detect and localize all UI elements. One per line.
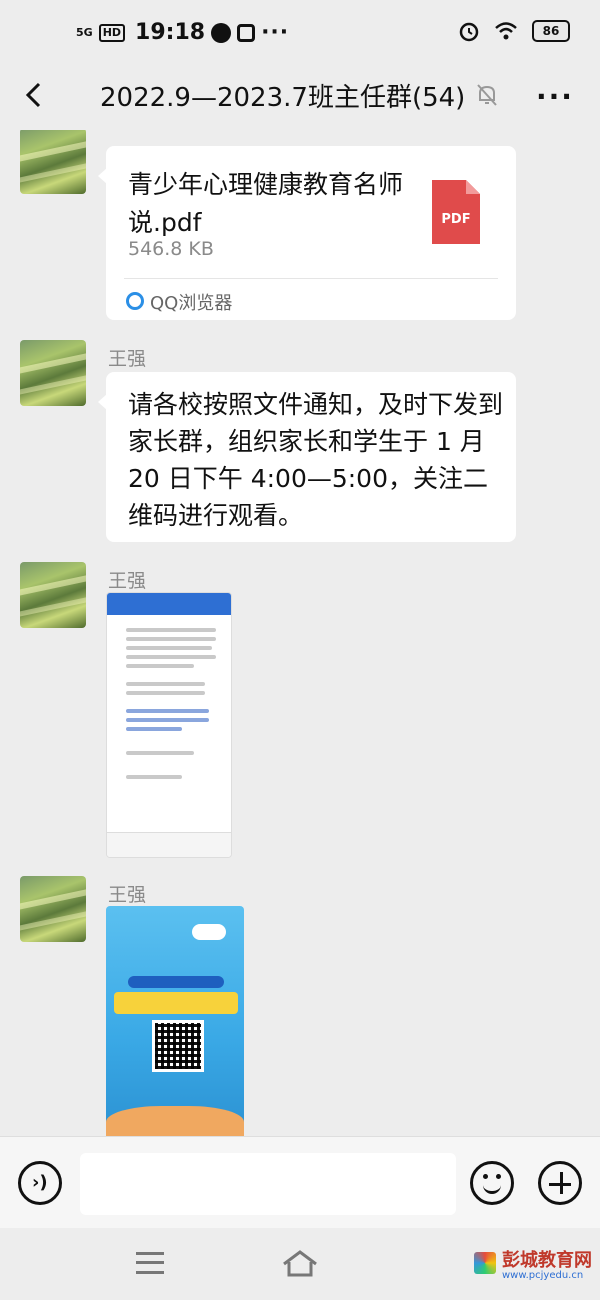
- chat-history[interactable]: 青少年心理健康教育名师说.pdf 546.8 KB PDF QQ浏览器 王强 请…: [0, 130, 600, 1136]
- watermark-logo-icon: [474, 1252, 496, 1274]
- more-menu-icon[interactable]: ···: [536, 80, 574, 113]
- watermark-url: www.pcjyedu.cn: [502, 1270, 584, 1281]
- pdf-type-label: PDF: [441, 212, 471, 227]
- status-left: 5G HD 19:18 ···: [76, 20, 289, 45]
- watermark-brand: 彭城教育网: [502, 1250, 592, 1271]
- mute-bell-icon: [477, 84, 497, 106]
- message-text: 请各校按照文件通知，及时下发到家长群，组织家长和学生于 1 月 20 日下午 4…: [128, 390, 504, 530]
- watermark: 彭城教育网 www.pcjyedu.cn: [446, 1246, 594, 1290]
- voice-icon[interactable]: ›): [18, 1161, 62, 1205]
- image-message[interactable]: [106, 592, 232, 858]
- message-input[interactable]: [80, 1153, 456, 1215]
- poster-illustration: [106, 1106, 244, 1136]
- avatar[interactable]: [20, 340, 86, 406]
- status-right: 86: [458, 20, 570, 42]
- chat-header: 2022.9—2023.7班主任群(54) ···: [0, 62, 600, 130]
- sender-name: 王强: [108, 570, 147, 592]
- status-notification-icon: [237, 23, 256, 42]
- text-message[interactable]: 请各校按照文件通知，及时下发到家长群，组织家长和学生于 1 月 20 日下午 4…: [98, 372, 516, 542]
- qr-code: [152, 1020, 204, 1072]
- image-footer-bar: [107, 832, 231, 857]
- nav-home-icon[interactable]: [280, 1248, 320, 1278]
- back-icon[interactable]: [20, 80, 50, 110]
- system-nav-bar: 彭城教育网 www.pcjyedu.cn: [0, 1228, 600, 1300]
- sender-name: 王强: [108, 884, 147, 906]
- poster-cloud: [192, 924, 226, 940]
- alarm-icon: [459, 22, 479, 42]
- image-header-bar: [107, 593, 231, 615]
- status-more-indicator: ···: [261, 20, 290, 45]
- hd-badge: HD: [98, 23, 126, 42]
- page-title: 2022.9—2023.7班主任群(54): [100, 83, 466, 113]
- poster-title-banner: [128, 976, 224, 988]
- status-app-icon: [211, 22, 232, 43]
- nav-menu-icon[interactable]: [136, 1252, 164, 1274]
- image-content: [107, 615, 231, 792]
- file-size: 546.8 KB: [128, 238, 214, 260]
- status-bar: 5G HD 19:18 ··· 86: [0, 0, 600, 62]
- emoji-icon[interactable]: [470, 1161, 514, 1205]
- plus-icon[interactable]: [538, 1161, 582, 1205]
- avatar[interactable]: [20, 130, 86, 194]
- status-time: 19:18: [135, 20, 206, 45]
- file-name: 青少年心理健康教育名师说.pdf: [128, 170, 404, 237]
- poster-slogan: [114, 992, 238, 1014]
- file-source: QQ浏览器: [150, 293, 233, 314]
- image-message[interactable]: [106, 906, 244, 1136]
- file-message[interactable]: 青少年心理健康教育名师说.pdf 546.8 KB PDF QQ浏览器: [98, 146, 516, 320]
- qq-browser-icon: [126, 292, 144, 310]
- battery-indicator: 86: [532, 20, 570, 42]
- avatar[interactable]: [20, 562, 86, 628]
- avatar[interactable]: [20, 876, 86, 942]
- divider: [124, 278, 498, 279]
- sender-name: 王强: [108, 348, 147, 370]
- wifi-icon: [495, 22, 517, 40]
- input-bar: ›): [0, 1136, 600, 1229]
- signal-indicator: 5G: [76, 26, 93, 39]
